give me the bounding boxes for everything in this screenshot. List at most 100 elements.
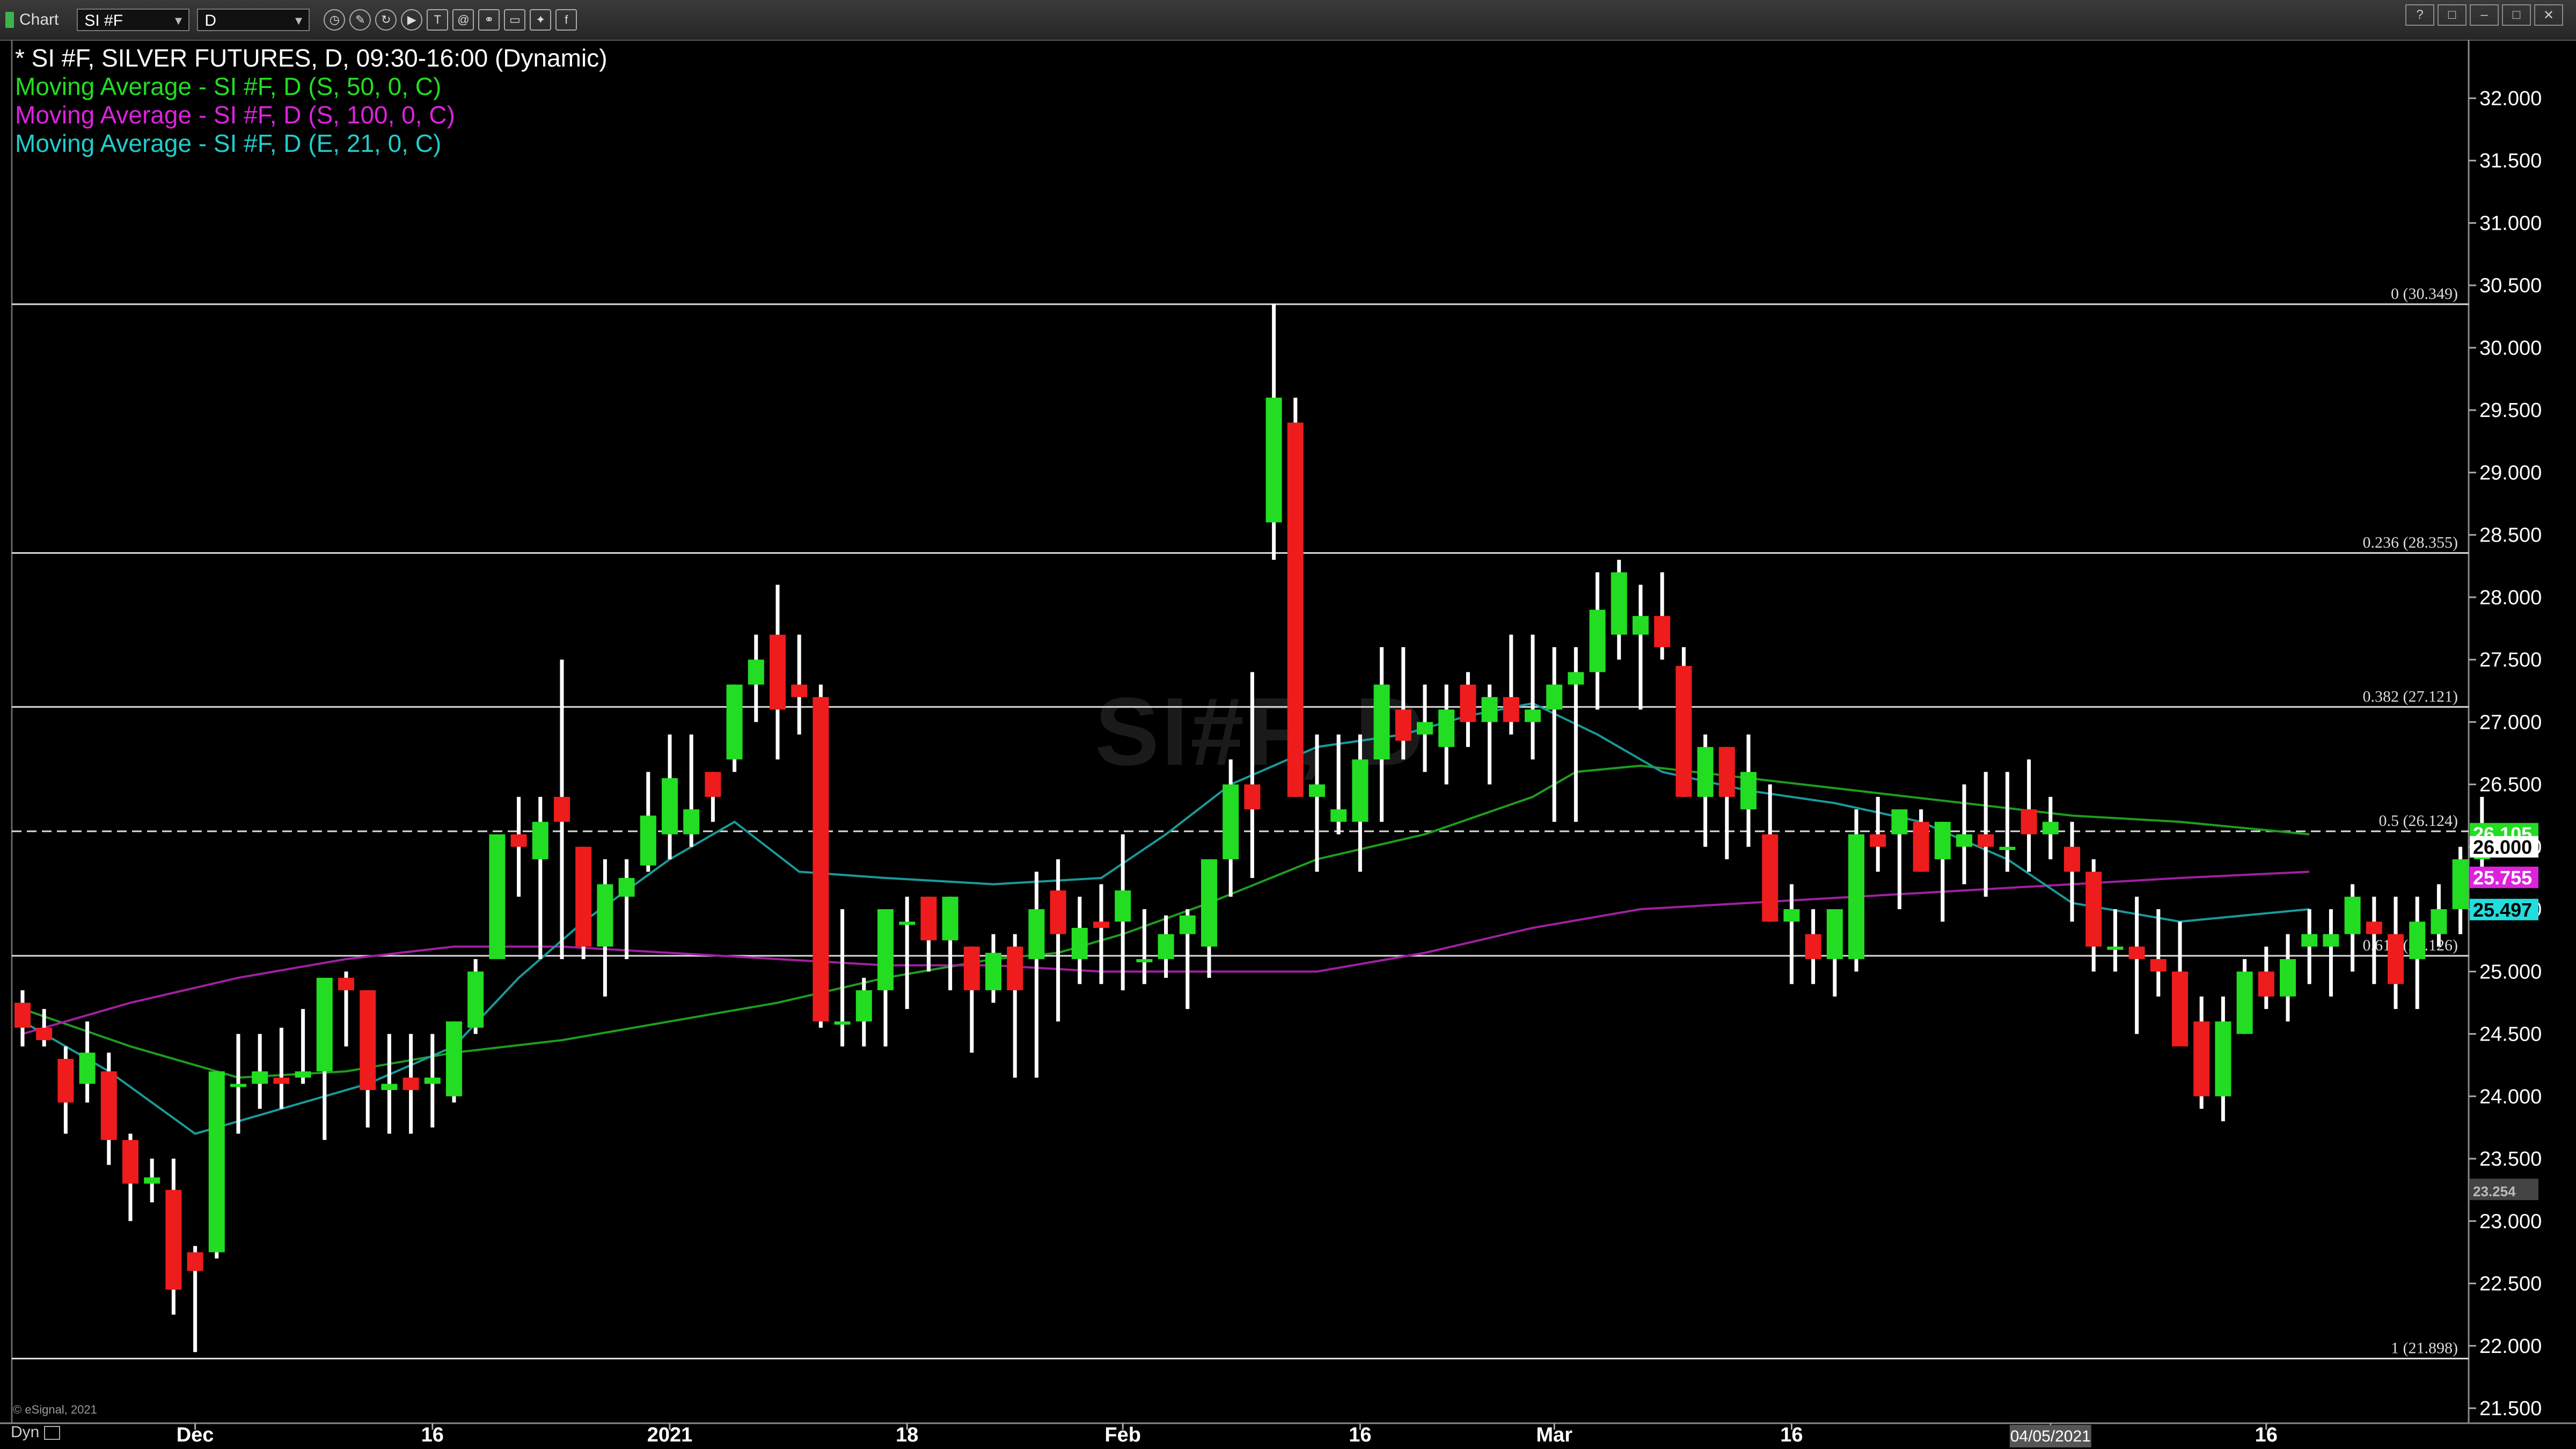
candle[interactable] — [14, 990, 31, 1046]
candle[interactable] — [1438, 684, 1455, 785]
candle[interactable] — [1633, 584, 1649, 710]
candle[interactable] — [1287, 397, 1304, 797]
candle[interactable] — [1417, 684, 1433, 772]
candle[interactable] — [1223, 759, 1239, 897]
candle[interactable] — [2064, 822, 2080, 922]
candle[interactable] — [1870, 796, 1886, 872]
candle[interactable] — [1913, 809, 1929, 872]
candle[interactable] — [1244, 672, 1261, 878]
candle[interactable] — [1805, 909, 1821, 984]
candle[interactable] — [2193, 996, 2210, 1109]
candle[interactable] — [683, 734, 700, 847]
candle[interactable] — [2409, 896, 2426, 1009]
candle[interactable] — [2021, 759, 2037, 872]
candle[interactable] — [770, 584, 786, 760]
candle[interactable] — [1740, 734, 1757, 847]
candle[interactable] — [2215, 996, 2231, 1122]
candle[interactable] — [316, 977, 333, 1140]
candle[interactable] — [1503, 634, 1519, 735]
candle[interactable] — [446, 1021, 462, 1103]
candle[interactable] — [640, 772, 656, 872]
candle[interactable] — [1697, 734, 1714, 847]
candle[interactable] — [942, 896, 958, 991]
candle[interactable] — [1718, 747, 1735, 860]
candle[interactable] — [1050, 859, 1066, 1022]
candle[interactable] — [338, 971, 354, 1046]
candle[interactable] — [726, 684, 743, 772]
candle[interactable] — [834, 909, 851, 1046]
candle[interactable] — [2344, 884, 2361, 972]
candle[interactable] — [252, 1034, 268, 1109]
candle[interactable] — [2150, 909, 2167, 997]
candle[interactable] — [1568, 647, 1584, 822]
candle[interactable] — [1093, 884, 1109, 984]
candle[interactable] — [813, 684, 829, 1028]
candle[interactable] — [2128, 896, 2145, 1034]
candle[interactable] — [899, 896, 916, 1009]
candle[interactable] — [187, 1246, 203, 1352]
price-chart[interactable]: 32.000 31.500 31.000 30.500 30.000 29.500 29.0… — [0, 0, 2576, 1449]
candle[interactable] — [662, 734, 678, 860]
candle[interactable] — [1956, 784, 1972, 884]
candle[interactable] — [2107, 909, 2124, 972]
candle[interactable] — [165, 1159, 182, 1315]
candle[interactable] — [1848, 809, 1864, 972]
candle[interactable] — [748, 634, 764, 722]
candle[interactable] — [1978, 772, 1994, 897]
candle[interactable] — [144, 1159, 160, 1203]
candle[interactable] — [1460, 672, 1476, 747]
candle[interactable] — [100, 1052, 117, 1165]
candle[interactable] — [1265, 304, 1282, 560]
candle[interactable] — [705, 772, 721, 822]
footer-toggle-icon[interactable] — [43, 1426, 60, 1440]
candle[interactable] — [2323, 909, 2339, 997]
candle[interactable] — [381, 1034, 398, 1134]
candle[interactable] — [1136, 909, 1153, 984]
candle[interactable] — [963, 946, 980, 1053]
candle[interactable] — [208, 1071, 225, 1259]
candle[interactable] — [2301, 909, 2318, 984]
candle[interactable] — [467, 959, 484, 1034]
candle[interactable] — [1395, 647, 1411, 760]
candle[interactable] — [1158, 915, 1174, 978]
candle[interactable] — [1826, 909, 1843, 997]
candle[interactable] — [122, 1133, 138, 1221]
candle[interactable] — [1201, 859, 1217, 978]
candle[interactable] — [424, 1034, 441, 1128]
candle[interactable] — [2452, 846, 2469, 934]
candle[interactable] — [855, 977, 872, 1046]
candle[interactable] — [618, 859, 635, 960]
candle[interactable] — [2236, 959, 2253, 1034]
candle[interactable] — [985, 934, 1001, 1003]
candle[interactable] — [597, 859, 613, 997]
candle[interactable] — [295, 1009, 311, 1084]
candle[interactable] — [1179, 909, 1196, 1009]
candle[interactable] — [1481, 684, 1498, 785]
candle[interactable] — [402, 1034, 419, 1134]
candle[interactable] — [791, 634, 808, 735]
candle[interactable] — [360, 990, 376, 1128]
candle[interactable] — [1525, 634, 1541, 760]
candle[interactable] — [1762, 784, 1779, 922]
candle[interactable] — [1934, 822, 1951, 922]
candle[interactable] — [1028, 872, 1045, 1078]
candle[interactable] — [489, 834, 506, 960]
candle[interactable] — [2280, 934, 2296, 1022]
candle[interactable] — [1330, 734, 1347, 835]
candle[interactable] — [1589, 572, 1606, 710]
candle[interactable] — [2085, 859, 2102, 972]
candle[interactable] — [1675, 647, 1692, 797]
candle[interactable] — [877, 909, 894, 1046]
candle[interactable] — [2388, 896, 2404, 1009]
candle[interactable] — [1309, 734, 1325, 872]
candle[interactable] — [920, 896, 937, 972]
candle[interactable] — [1546, 647, 1563, 822]
candle[interactable] — [273, 1027, 290, 1109]
candle[interactable] — [1373, 647, 1390, 822]
candle[interactable] — [1115, 834, 1131, 991]
candle[interactable] — [2172, 921, 2188, 1046]
candle[interactable] — [2042, 796, 2059, 860]
candle[interactable] — [1611, 560, 1627, 660]
candle[interactable] — [554, 660, 570, 960]
candle[interactable] — [1007, 934, 1023, 1078]
